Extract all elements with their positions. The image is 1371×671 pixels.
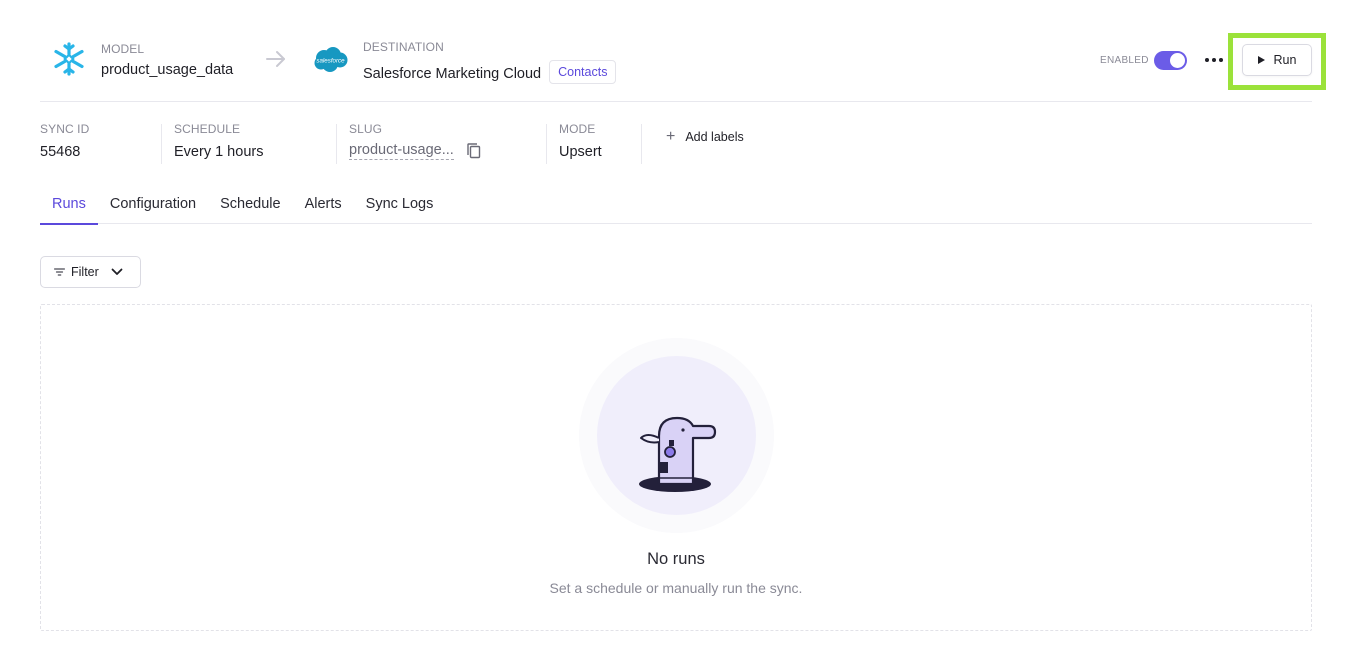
divider	[641, 124, 642, 164]
more-options-icon[interactable]	[1204, 48, 1224, 72]
add-labels-label: Add labels	[685, 130, 744, 144]
divider	[546, 124, 547, 164]
mode-value: Upsert	[559, 144, 602, 160]
play-icon	[1257, 56, 1265, 64]
slug-label: SLUG	[349, 122, 383, 136]
sync-id-label: SYNC ID	[40, 122, 90, 136]
empty-illustration-inner	[597, 356, 756, 515]
mode-info: MODE Upsert	[559, 122, 641, 170]
enabled-label: ENABLED	[1100, 55, 1149, 66]
tab-schedule[interactable]: Schedule	[208, 190, 292, 224]
salesforce-icon: salesforce	[314, 47, 348, 72]
chevron-down-icon	[111, 268, 123, 275]
toggle-knob	[1170, 53, 1185, 68]
slug-value[interactable]: product-usage...	[349, 142, 454, 160]
slug-info: SLUG product-usage...	[349, 122, 546, 170]
tab-configuration[interactable]: Configuration	[98, 190, 208, 224]
run-button[interactable]: Run	[1242, 44, 1312, 76]
svg-text:salesforce: salesforce	[316, 58, 345, 65]
add-labels-button[interactable]: + Add labels	[666, 129, 744, 145]
sync-id-value: 55468	[40, 144, 81, 160]
destination-name[interactable]: Salesforce Marketing Cloud	[363, 66, 541, 82]
tab-alerts[interactable]: Alerts	[293, 190, 354, 224]
plus-icon: +	[666, 128, 676, 145]
sync-meta: SYNC ID 55468 SCHEDULE Every 1 hours SLU…	[40, 122, 744, 170]
schedule-label: SCHEDULE	[174, 122, 241, 136]
enabled-toggle[interactable]	[1154, 51, 1187, 70]
empty-illustration-outer	[579, 338, 774, 533]
sync-header: MODEL product_usage_data salesforce DEST…	[40, 30, 1326, 102]
model-label: MODEL	[101, 42, 145, 56]
snowflake-icon	[54, 42, 84, 76]
tab-bar: Runs Configuration Schedule Alerts Sync …	[40, 190, 1312, 225]
arrow-right-icon	[266, 51, 285, 67]
empty-title: No runs	[647, 550, 705, 568]
empty-state: No runs Set a schedule or manually run t…	[40, 304, 1312, 631]
tab-runs[interactable]: Runs	[40, 190, 98, 225]
run-button-label: Run	[1273, 53, 1297, 67]
model-info: MODEL product_usage_data	[101, 42, 233, 78]
model-name[interactable]: product_usage_data	[101, 62, 233, 78]
schedule-value: Every 1 hours	[174, 144, 264, 160]
copy-icon[interactable]	[467, 143, 481, 159]
filter-icon	[54, 268, 65, 276]
sync-id: SYNC ID 55468	[40, 122, 161, 170]
periscope-illustration-icon	[639, 416, 717, 492]
schedule-info: SCHEDULE Every 1 hours	[174, 122, 336, 170]
divider	[161, 124, 162, 164]
empty-subtitle: Set a schedule or manually run the sync.	[549, 580, 803, 596]
divider	[336, 124, 337, 164]
tab-sync-logs[interactable]: Sync Logs	[354, 190, 446, 224]
filter-button[interactable]: Filter	[40, 256, 141, 288]
filter-label: Filter	[71, 265, 99, 279]
destination-info: DESTINATION Salesforce Marketing Cloud C…	[363, 40, 617, 84]
destination-label: DESTINATION	[363, 40, 444, 54]
mode-label: MODE	[559, 122, 596, 136]
destination-object-badge: Contacts	[549, 60, 617, 84]
